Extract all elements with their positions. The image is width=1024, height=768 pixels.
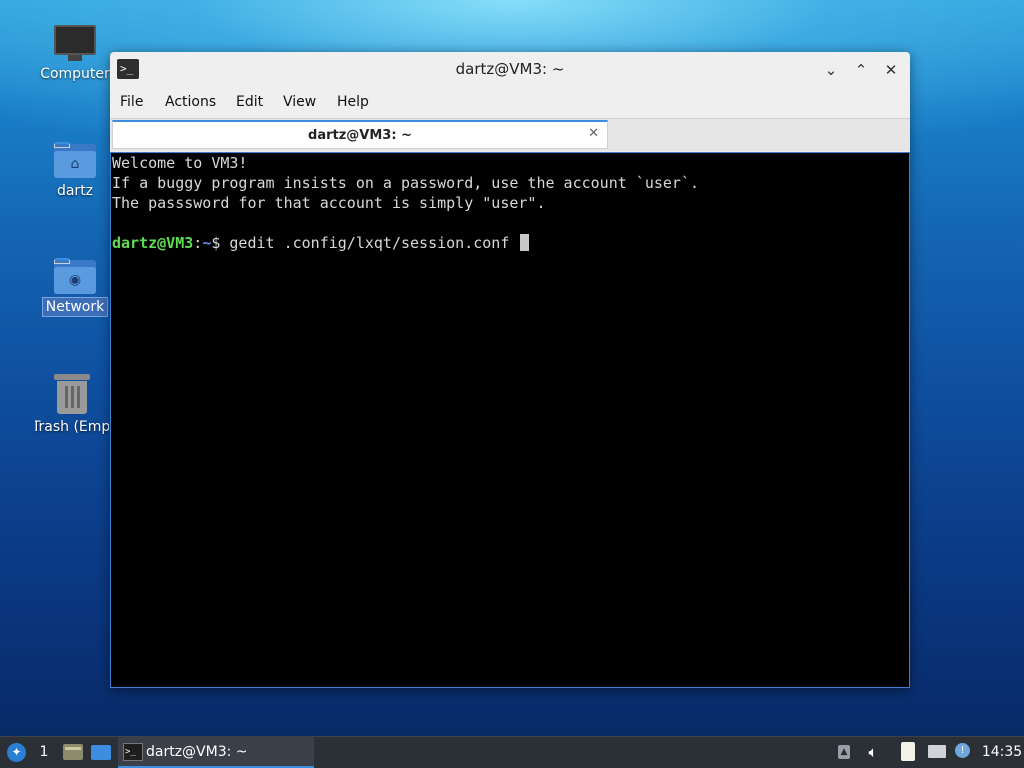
tray-expand-button[interactable]: ▲ xyxy=(835,737,853,768)
tab-close-icon[interactable]: ✕ xyxy=(588,126,599,141)
desktop-icon-label: Trash (Empty) xyxy=(35,419,109,435)
network-icon[interactable] xyxy=(926,737,948,768)
terminal-output[interactable]: Welcome to VM3! If a buggy program insis… xyxy=(110,152,910,688)
text-cursor xyxy=(520,234,530,251)
tab-terminal[interactable]: dartz@VM3: ~ ✕ xyxy=(112,120,608,149)
file-manager-launcher[interactable] xyxy=(60,737,86,768)
menu-help[interactable]: Help xyxy=(337,94,369,110)
terminal-line: Welcome to VM3! xyxy=(112,154,248,172)
close-button[interactable]: ✕ xyxy=(880,59,902,81)
terminal-icon: >_ xyxy=(123,743,143,761)
task-label: dartz@VM3: ~ xyxy=(146,744,248,760)
menu-bar: File Actions Edit View Help xyxy=(110,90,910,116)
menu-actions[interactable]: Actions xyxy=(165,94,216,110)
terminal-prompt-line: dartz@VM3:~$ gedit .config/lxqt/session.… xyxy=(112,233,908,253)
network-folder-icon: ◉ xyxy=(54,258,96,294)
desktop-icon-trash[interactable]: Trash (Empty) xyxy=(35,374,109,436)
computer-icon xyxy=(54,25,96,61)
home-folder-icon: ⌂ xyxy=(54,142,96,178)
start-menu-button[interactable]: ✦ xyxy=(2,737,30,768)
taskbar: ✦ 1 >_ dartz@VM3: ~ ▲ 🔈︎ ! 14:35 xyxy=(0,736,1024,768)
window-title: dartz@VM3: ~ xyxy=(455,60,565,78)
trash-icon xyxy=(54,374,90,414)
taskbar-task-terminal[interactable]: >_ dartz@VM3: ~ xyxy=(118,737,314,768)
minimize-button[interactable]: ⌄ xyxy=(820,59,842,81)
terminal-line: If a buggy program insists on a password… xyxy=(112,174,699,192)
maximize-button[interactable]: ⌃ xyxy=(850,59,872,81)
desktop-icon-label: dartz xyxy=(56,183,94,199)
menu-view[interactable]: View xyxy=(283,94,316,110)
desktop-icon-home-folder[interactable]: ⌂ dartz xyxy=(35,142,115,200)
file-manager-icon xyxy=(63,744,83,760)
terminal-window: >_ dartz@VM3: ~ ⌄ ⌃ ✕ File Actions Edit … xyxy=(110,52,910,688)
tab-label: dartz@VM3: ~ xyxy=(308,128,412,143)
lxqt-logo-icon: ✦ xyxy=(7,743,26,762)
chevron-up-icon: ▲ xyxy=(838,745,850,759)
desktop-icon-label: Network xyxy=(41,297,109,317)
clipboard-icon[interactable] xyxy=(898,737,918,768)
desktop-icon-network[interactable]: ◉ Network xyxy=(35,258,115,317)
desktop-icon-label: Computer xyxy=(40,66,110,82)
show-desktop-icon xyxy=(91,745,111,760)
terminal-line: The passsword for that account is simply… xyxy=(112,194,546,212)
update-notifier-icon[interactable]: ! xyxy=(952,737,974,768)
tab-bar: dartz@VM3: ~ ✕ xyxy=(110,118,910,151)
clock[interactable]: 14:35 xyxy=(980,737,1024,768)
menu-file[interactable]: File xyxy=(120,94,143,110)
menu-edit[interactable]: Edit xyxy=(236,94,263,110)
volume-icon[interactable]: 🔈︎ xyxy=(862,737,884,768)
prompt-command: gedit .config/lxqt/session.conf xyxy=(229,234,519,252)
prompt-symbol: $ xyxy=(211,234,230,252)
prompt-user-host: dartz@VM3 xyxy=(112,234,194,252)
desktop-icon-computer[interactable]: Computer xyxy=(35,25,115,83)
prompt-path: ~ xyxy=(202,234,212,252)
desktop-switcher[interactable]: 1 xyxy=(34,737,54,768)
prompt-colon: : xyxy=(193,234,203,252)
window-titlebar[interactable]: >_ dartz@VM3: ~ ⌄ ⌃ ✕ xyxy=(110,52,910,88)
show-desktop-button[interactable] xyxy=(88,737,114,768)
